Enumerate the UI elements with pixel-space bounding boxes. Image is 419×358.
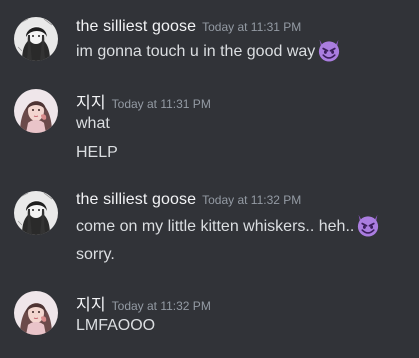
timestamp: Today at 11:31 PM — [111, 97, 211, 111]
message-line: im gonna touch u in the good way — [76, 39, 342, 63]
username[interactable]: the silliest goose — [76, 18, 196, 35]
smiling-imp-emoji-icon — [358, 214, 379, 237]
message-line: what — [76, 113, 110, 135]
avatar-jiji[interactable] — [14, 89, 58, 133]
smiling-imp-emoji-icon — [319, 39, 340, 62]
message-text: sorry. — [76, 246, 115, 263]
message-header: the silliest goose Today at 11:31 PM — [76, 18, 301, 36]
message-line: LMFAOOO — [76, 315, 155, 337]
message-text: what — [76, 115, 110, 132]
username[interactable]: the silliest goose — [76, 191, 196, 208]
timestamp: Today at 11:31 PM — [202, 20, 302, 34]
message-text: im gonna touch u in the good way — [76, 43, 316, 61]
username[interactable]: 지지 — [76, 95, 106, 112]
message-group: 지지 Today at 11:32 PM LMFAOOO — [0, 288, 419, 348]
message-text: LMFAOOO — [76, 317, 156, 334]
message-group: 지지 Today at 11:31 PM what HELP — [0, 86, 419, 166]
message-text: come on my little kitten whiskers.. heh.… — [76, 218, 355, 236]
avatar-goose[interactable] — [14, 17, 58, 61]
message-text: HELP — [76, 144, 118, 161]
message-group: the silliest goose Today at 11:31 PM im g… — [0, 14, 419, 74]
username[interactable]: 지지 — [76, 297, 106, 314]
message-header: 지지 Today at 11:31 PM — [76, 89, 211, 113]
message-line: come on my little kitten whiskers.. heh.… — [76, 214, 381, 238]
message-line: sorry. — [76, 244, 115, 266]
message-line: HELP — [76, 142, 118, 164]
message-header: the silliest goose Today at 11:32 PM — [76, 191, 301, 209]
avatar-jiji[interactable] — [14, 291, 58, 335]
timestamp: Today at 11:32 PM — [202, 193, 302, 207]
timestamp: Today at 11:32 PM — [111, 299, 211, 313]
message-group: the silliest goose Today at 11:32 PM come… — [0, 188, 419, 268]
message-header: 지지 Today at 11:32 PM — [76, 291, 211, 315]
avatar-goose[interactable] — [14, 191, 58, 235]
